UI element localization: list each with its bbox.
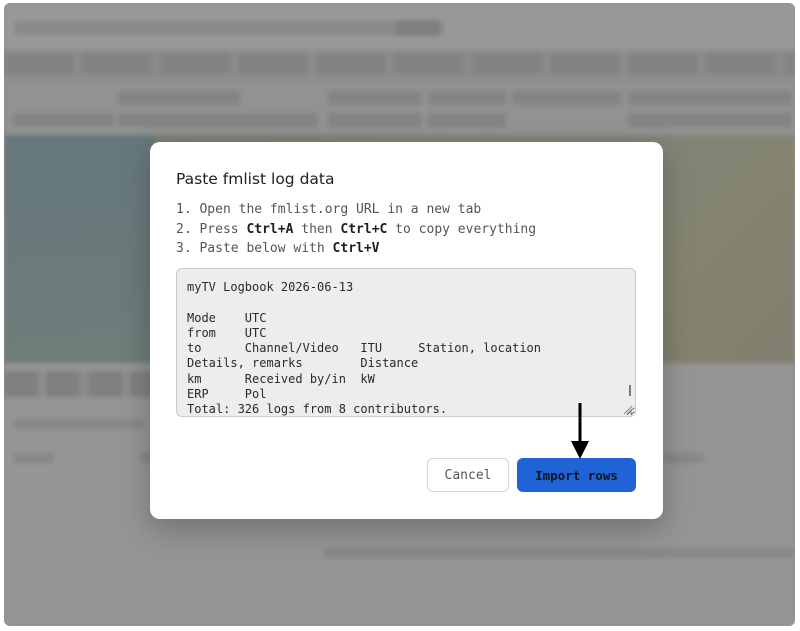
paste-dialog: Paste fmlist log data 1. Open the fmlist… [150,142,663,519]
log-data-textarea[interactable]: myTV Logbook 2026-06-13 Mode UTC from UT… [176,268,636,417]
cancel-button[interactable]: Cancel [427,458,509,492]
shortcut-ctrl-a: Ctrl+A [246,221,294,237]
instruction-step-3: 3. Paste below with Ctrl+V [176,241,380,256]
import-rows-button[interactable]: Import rows [517,458,636,492]
shortcut-ctrl-c: Ctrl+C [340,221,388,237]
resize-grip-icon[interactable] [622,404,633,415]
down-arrow-icon [571,403,589,459]
textarea-scrollbar[interactable] [629,385,631,396]
instruction-step-2: 2. Press Ctrl+A then Ctrl+C to copy ever… [176,221,537,237]
instruction-step-1: 1. Open the fmlist.org URL in a new tab [176,202,482,217]
instructions-list: 1. Open the fmlist.org URL in a new tab … [176,200,536,259]
shortcut-ctrl-v: Ctrl+V [332,241,380,256]
dialog-title: Paste fmlist log data [176,170,335,188]
